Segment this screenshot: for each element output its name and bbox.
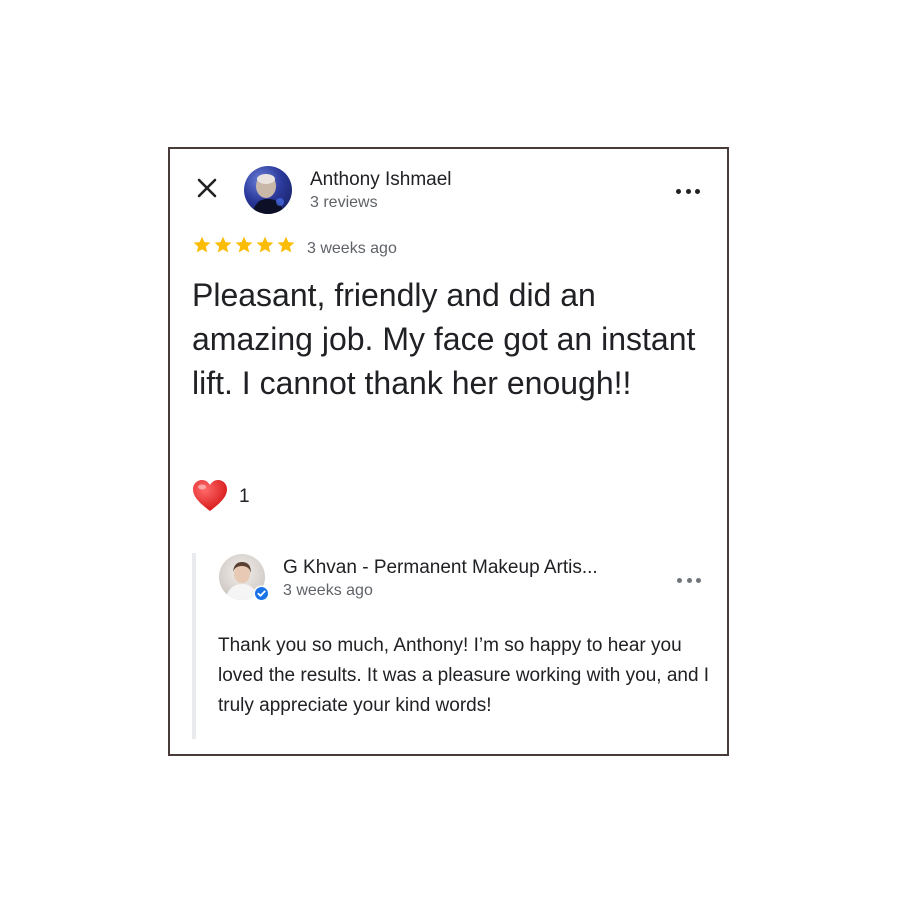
review-card: Anthony Ishmael 3 reviews 3 weeks ago Pl… [168, 147, 729, 756]
owner-name[interactable]: G Khvan - Permanent Makeup Artis... [283, 557, 598, 579]
heart-icon[interactable] [192, 479, 228, 513]
reply-timestamp: 3 weeks ago [283, 582, 373, 599]
verified-check-icon [253, 585, 270, 602]
review-timestamp: 3 weeks ago [307, 240, 397, 257]
reviewer-name[interactable]: Anthony Ishmael [310, 169, 452, 191]
reply-divider [192, 553, 196, 739]
reviewer-avatar[interactable] [244, 166, 292, 214]
close-icon[interactable] [194, 175, 220, 201]
star-icon [277, 236, 295, 253]
like-count: 1 [239, 486, 250, 507]
review-text: Pleasant, friendly and did an amazing jo… [192, 277, 696, 401]
star-icon [193, 236, 211, 253]
star-icon [214, 236, 232, 253]
star-icon [235, 236, 253, 253]
star-icon [256, 236, 274, 253]
reply-more-options-icon[interactable] [677, 573, 701, 587]
star-rating [192, 235, 296, 255]
reviewer-review-count: 3 reviews [310, 194, 378, 211]
reply-text: Thank you so much, Anthony! I’m so happy… [218, 635, 710, 716]
review-more-options-icon[interactable] [676, 184, 700, 198]
